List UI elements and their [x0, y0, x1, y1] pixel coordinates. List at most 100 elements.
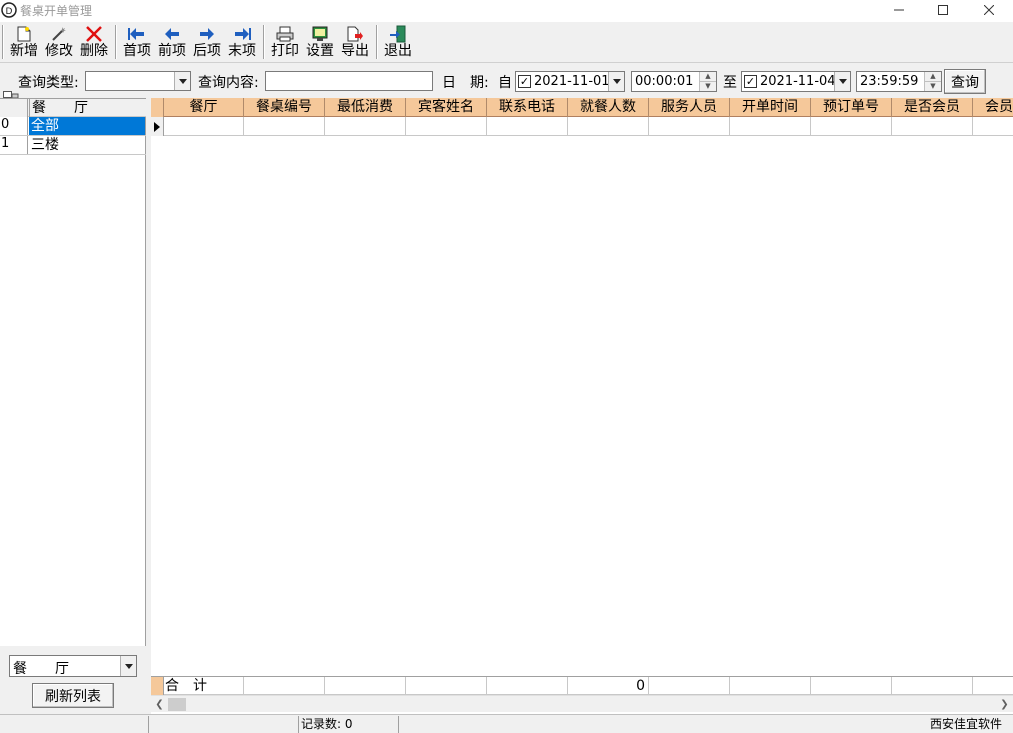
table-cell[interactable] — [164, 117, 244, 136]
list-filter-select[interactable]: 餐 厅 — [9, 655, 137, 677]
svg-text:D: D — [6, 7, 13, 17]
column-header[interactable]: 最低消费 — [325, 98, 406, 117]
list-item[interactable]: 0 全部 — [0, 117, 146, 136]
to-date-picker[interactable]: ✓ 2021-11-04 — [741, 71, 851, 92]
new-button[interactable]: 新增 — [8, 24, 40, 60]
refresh-list-button[interactable]: 刷新列表 — [32, 683, 114, 708]
table-cell[interactable] — [487, 117, 568, 136]
export-button[interactable]: 导出 — [339, 24, 371, 60]
column-header[interactable]: 会员 — [973, 98, 1013, 117]
orders-grid: 餐厅 餐桌编号 最低消费 宾客姓名 联系电话 就餐人数 服务人员 开单时间 预订… — [151, 98, 1013, 714]
column-header[interactable]: 服务人员 — [649, 98, 730, 117]
panel-grip-icon — [3, 89, 19, 99]
print-button[interactable]: 打印 — [269, 24, 301, 60]
column-header[interactable]: 联系电话 — [487, 98, 568, 117]
prev-button[interactable]: 前项 — [156, 24, 188, 60]
column-header[interactable]: 宾客姓名 — [406, 98, 487, 117]
table-cell[interactable] — [730, 117, 811, 136]
query-type-select[interactable] — [85, 71, 191, 91]
grid-corner — [151, 98, 164, 117]
scroll-left-icon[interactable]: ❮ — [151, 696, 168, 713]
toolbar: 新增 修改 删除 首项 前项 后项 末项 打印 设置 导出 退出 — [0, 22, 1013, 62]
list-item-index: 0 — [0, 117, 28, 135]
spin-down-icon[interactable]: ▼ — [925, 82, 941, 92]
table-cell[interactable] — [325, 117, 406, 136]
horizontal-scrollbar[interactable]: ❮ ❯ — [151, 695, 1013, 712]
status-bar: 记录数: 0 西安佳宜软件 — [0, 714, 1013, 733]
totals-cell — [730, 677, 811, 695]
spin-up-icon[interactable]: ▲ — [700, 72, 716, 82]
to-time-spinner[interactable]: 23:59:59 ▲ ▼ — [856, 71, 942, 92]
scrollbar-thumb[interactable] — [168, 698, 186, 711]
guest-count-total: 0 — [568, 677, 649, 695]
window-title: 餐桌开单管理 — [20, 4, 93, 18]
table-cell[interactable] — [811, 117, 892, 136]
time-spin-buttons[interactable]: ▲ ▼ — [699, 72, 716, 91]
totals-label: 合 计 — [164, 677, 244, 695]
time-spin-buttons[interactable]: ▲ ▼ — [924, 72, 941, 91]
scroll-right-icon[interactable]: ❯ — [996, 696, 1013, 713]
from-time-spinner[interactable]: 00:00:01 ▲ ▼ — [631, 71, 717, 92]
restaurant-list: 餐 厅 0 全部 1 三楼 — [0, 98, 146, 646]
column-header[interactable]: 餐桌编号 — [244, 98, 325, 117]
from-date-checkbox[interactable]: ✓ — [518, 75, 531, 88]
check-icon: ✓ — [745, 75, 756, 88]
next-button[interactable]: 后项 — [191, 24, 223, 60]
edit-button-label: 修改 — [45, 43, 73, 59]
delete-button[interactable]: 删除 — [78, 24, 110, 60]
table-cell[interactable] — [892, 117, 973, 136]
app-icon: D — [1, 2, 17, 18]
current-row-indicator-icon — [151, 117, 164, 136]
totals-cell — [244, 677, 325, 695]
column-header[interactable]: 开单时间 — [730, 98, 811, 117]
minimize-icon — [894, 4, 904, 19]
table-cell[interactable] — [568, 117, 649, 136]
prev-button-label: 前项 — [158, 43, 186, 59]
spin-down-icon[interactable]: ▼ — [700, 82, 716, 92]
settings-monitor-icon — [309, 24, 331, 43]
print-button-label: 打印 — [271, 43, 299, 59]
grid-header: 餐厅 餐桌编号 最低消费 宾客姓名 联系电话 就餐人数 服务人员 开单时间 预订… — [151, 98, 1013, 117]
new-document-icon — [13, 24, 35, 43]
column-header[interactable]: 就餐人数 — [568, 98, 649, 117]
settings-button[interactable]: 设置 — [304, 24, 336, 60]
restaurant-column-header: 餐 厅 — [29, 99, 145, 117]
column-header[interactable]: 餐厅 — [164, 98, 244, 117]
close-button[interactable] — [966, 0, 1012, 22]
chevron-down-icon — [834, 72, 850, 91]
prev-arrow-icon — [161, 24, 183, 43]
exit-button[interactable]: 退出 — [382, 24, 414, 60]
close-icon — [983, 4, 995, 19]
date-to-label: 至 — [723, 75, 737, 91]
settings-button-label: 设置 — [306, 43, 334, 59]
column-header[interactable]: 是否会员 — [892, 98, 973, 117]
from-date-picker[interactable]: ✓ 2021-11-01 — [515, 71, 625, 92]
totals-cell — [406, 677, 487, 695]
last-button-label: 末项 — [228, 43, 256, 59]
first-button-label: 首项 — [123, 43, 151, 59]
maximize-icon — [938, 4, 948, 19]
chevron-down-icon — [120, 656, 136, 676]
totals-cell — [973, 677, 1013, 695]
search-button[interactable]: 查询 — [944, 69, 986, 94]
toolbar-grip — [2, 25, 4, 59]
spin-up-icon[interactable]: ▲ — [925, 72, 941, 82]
column-header[interactable]: 预订单号 — [811, 98, 892, 117]
to-date-checkbox[interactable]: ✓ — [744, 75, 757, 88]
table-cell[interactable] — [406, 117, 487, 136]
table-cell[interactable] — [649, 117, 730, 136]
table-cell[interactable] — [244, 117, 325, 136]
edit-button[interactable]: 修改 — [43, 24, 75, 60]
record-count: 记录数: 0 — [298, 716, 398, 733]
last-button[interactable]: 末项 — [226, 24, 258, 60]
minimize-button[interactable] — [876, 0, 922, 22]
query-content-input[interactable] — [265, 71, 433, 91]
toolbar-separator — [115, 25, 117, 59]
date-label-part2: 期: — [470, 75, 489, 91]
table-row[interactable] — [151, 117, 1013, 136]
table-cell[interactable] — [973, 117, 1013, 136]
first-button[interactable]: 首项 — [121, 24, 153, 60]
maximize-button[interactable] — [920, 0, 966, 22]
list-item[interactable]: 1 三楼 — [0, 136, 146, 155]
toolbar-divider — [0, 62, 1013, 63]
